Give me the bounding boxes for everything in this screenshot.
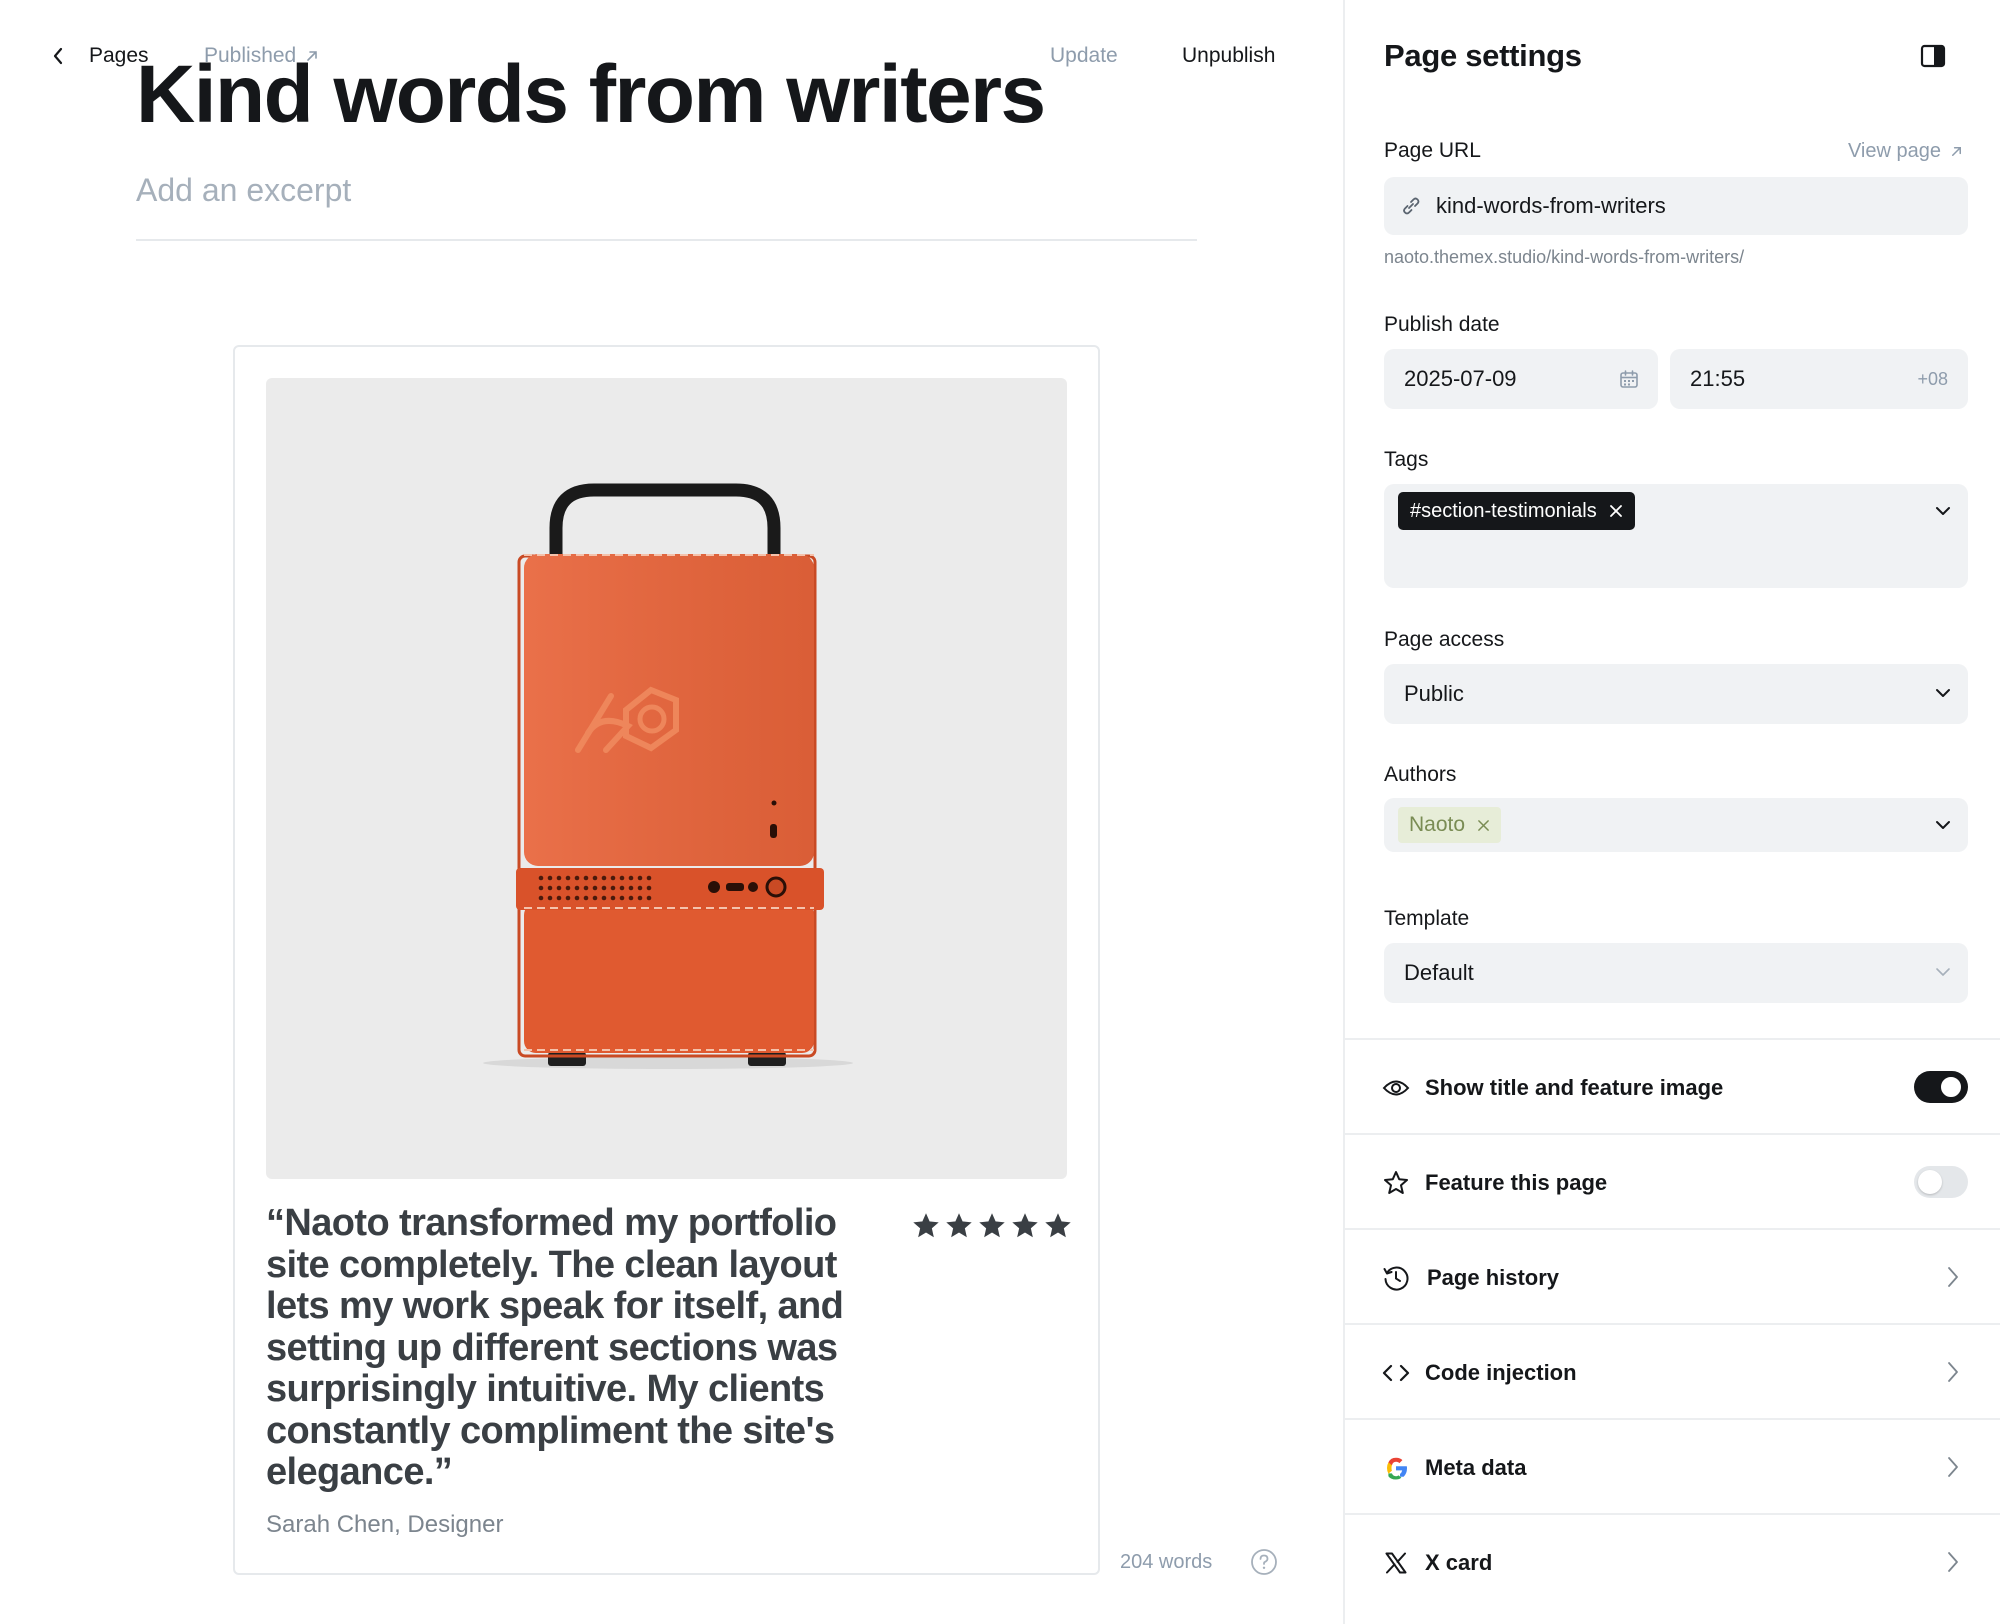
meta-data-label: Meta data: [1425, 1455, 1527, 1480]
template-select[interactable]: Default: [1384, 943, 1968, 1003]
meta-data-row[interactable]: Meta data: [1345, 1418, 2000, 1513]
code-icon: [1381, 1358, 1411, 1388]
code-injection-row[interactable]: Code injection: [1345, 1323, 2000, 1418]
star-icon: [1381, 1168, 1411, 1198]
testimonial-card[interactable]: “Naoto transformed my portfolio site com…: [233, 345, 1100, 1575]
excerpt-field[interactable]: Add an excerpt: [136, 170, 351, 210]
eye-icon: [1381, 1073, 1411, 1103]
rating-stars: [913, 1213, 1071, 1239]
chevron-down-icon: [1936, 968, 1950, 976]
testimonial-author: Sarah Chen, Designer: [266, 1511, 504, 1538]
update-button[interactable]: Update: [1050, 42, 1118, 70]
page-url-value: kind-words-from-writers: [1436, 193, 1666, 218]
show-title-row[interactable]: Show title and feature image: [1345, 1038, 2000, 1133]
publish-date-input[interactable]: 2025-07-09: [1384, 349, 1658, 409]
calendar-icon[interactable]: [1618, 368, 1640, 390]
chevron-down-icon: [1936, 689, 1950, 697]
chevron-right-icon: [1942, 1453, 1964, 1481]
tag-chip[interactable]: #section-testimonials: [1398, 492, 1635, 530]
author-chip-label: Naoto: [1409, 813, 1466, 836]
feature-page-label: Feature this page: [1425, 1170, 1608, 1195]
show-title-label: Show title and feature image: [1425, 1075, 1724, 1100]
date-value: 2025-07-09: [1404, 366, 1517, 391]
author-chip[interactable]: Naoto: [1398, 807, 1502, 843]
google-icon: [1381, 1453, 1411, 1483]
tag-chip-label: #section-testimonials: [1410, 499, 1597, 522]
title-divider: [136, 239, 1197, 241]
star-icon: [979, 1213, 1005, 1238]
authors-input[interactable]: Naoto: [1384, 798, 1968, 852]
page-access-select[interactable]: Public: [1384, 664, 1968, 724]
authors-label: Authors: [1384, 763, 1457, 786]
toggle-knob: [1918, 1170, 1942, 1194]
external-arrow-icon: [1952, 146, 1961, 156]
page-access-value: Public: [1404, 681, 1464, 706]
chevron-right-icon: [1942, 1263, 1964, 1291]
chevron-right-icon: [1942, 1358, 1964, 1386]
x-card-row[interactable]: X card: [1345, 1513, 2000, 1624]
view-page-link[interactable]: View page: [1848, 137, 1964, 165]
time-value: 21:55: [1690, 366, 1746, 391]
page-url-input[interactable]: kind-words-from-writers: [1384, 177, 1968, 235]
testimonial-quote: “Naoto transformed my portfolio site com…: [266, 1202, 844, 1493]
unpublish-button[interactable]: Unpublish: [1182, 42, 1275, 70]
help-icon[interactable]: [1250, 1548, 1278, 1576]
show-title-toggle[interactable]: [1914, 1071, 1968, 1103]
word-count: 204 words: [1120, 1551, 1213, 1573]
page-history-label: Page history: [1427, 1265, 1560, 1290]
view-page-label: View page: [1847, 140, 1941, 162]
publish-date-label: Publish date: [1384, 313, 1500, 336]
page-history-row[interactable]: Page history: [1345, 1228, 2000, 1323]
tags-input[interactable]: #section-testimonials: [1384, 484, 1968, 588]
template-label: Template: [1384, 907, 1470, 930]
code-injection-label: Code injection: [1425, 1360, 1577, 1385]
x-logo-icon: [1381, 1548, 1411, 1578]
post-title[interactable]: Kind words from writers: [136, 52, 1045, 128]
feature-image: [266, 378, 1067, 1179]
history-icon: [1381, 1263, 1411, 1293]
feature-page-row[interactable]: Feature this page: [1345, 1133, 2000, 1228]
chevron-down-icon[interactable]: [1934, 504, 1952, 518]
chevron-down-icon[interactable]: [1934, 818, 1952, 832]
remove-author-icon[interactable]: [1477, 819, 1490, 832]
chevron-right-icon: [1942, 1548, 1964, 1576]
remove-tag-icon[interactable]: [1609, 504, 1623, 518]
link-icon: [1403, 197, 1420, 215]
tags-label: Tags: [1384, 448, 1429, 471]
x-card-label: X card: [1425, 1550, 1493, 1575]
star-icon: [913, 1213, 939, 1238]
page-settings-panel: Page settings Page URL View page kind-wo…: [1343, 0, 2000, 1624]
star-icon: [1045, 1213, 1071, 1238]
page-url-label: Page URL: [1384, 139, 1481, 162]
star-icon: [1012, 1213, 1038, 1238]
sidebar-toggle-icon[interactable]: [1919, 42, 1947, 70]
template-value: Default: [1404, 960, 1474, 985]
page-access-label: Page access: [1384, 628, 1505, 651]
back-chevron-icon[interactable]: [46, 42, 70, 70]
timezone-value: +08: [1917, 369, 1948, 389]
editor-pane: Pages Published Update Unpublish Kind wo…: [0, 0, 1343, 1624]
settings-title: Page settings: [1384, 38, 1582, 73]
full-url-hint: naoto.themex.studio/kind-words-from-writ…: [1384, 247, 1745, 267]
feature-page-toggle[interactable]: [1914, 1166, 1968, 1198]
publish-time-input[interactable]: 21:55 +08: [1670, 349, 1968, 409]
toggle-knob: [1939, 1075, 1963, 1099]
star-icon: [946, 1213, 972, 1238]
